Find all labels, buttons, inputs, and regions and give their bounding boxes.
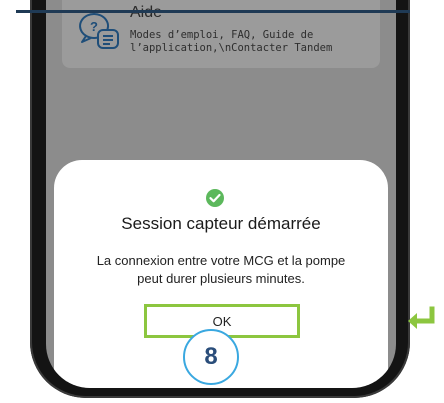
help-description: Modes d’emploi, FAQ, Guide de l’applicat…: [130, 29, 333, 54]
help-chat-icon: ?: [79, 13, 119, 49]
svg-text:?: ?: [90, 19, 98, 34]
step-number-badge: 8: [183, 329, 239, 385]
header-bar: [16, 10, 410, 13]
phone-screen: ? Aide Modes d’emploi, FAQ, Guide de l’a…: [46, 0, 396, 388]
enter-return-icon: [408, 306, 435, 329]
dialog-message: La connexion entre votre MCG et la pompe…: [96, 253, 346, 286]
help-title: Aide: [130, 4, 162, 22]
check-circle-icon: [206, 189, 224, 207]
dialog-title: Session capteur démarrée: [121, 214, 321, 233]
